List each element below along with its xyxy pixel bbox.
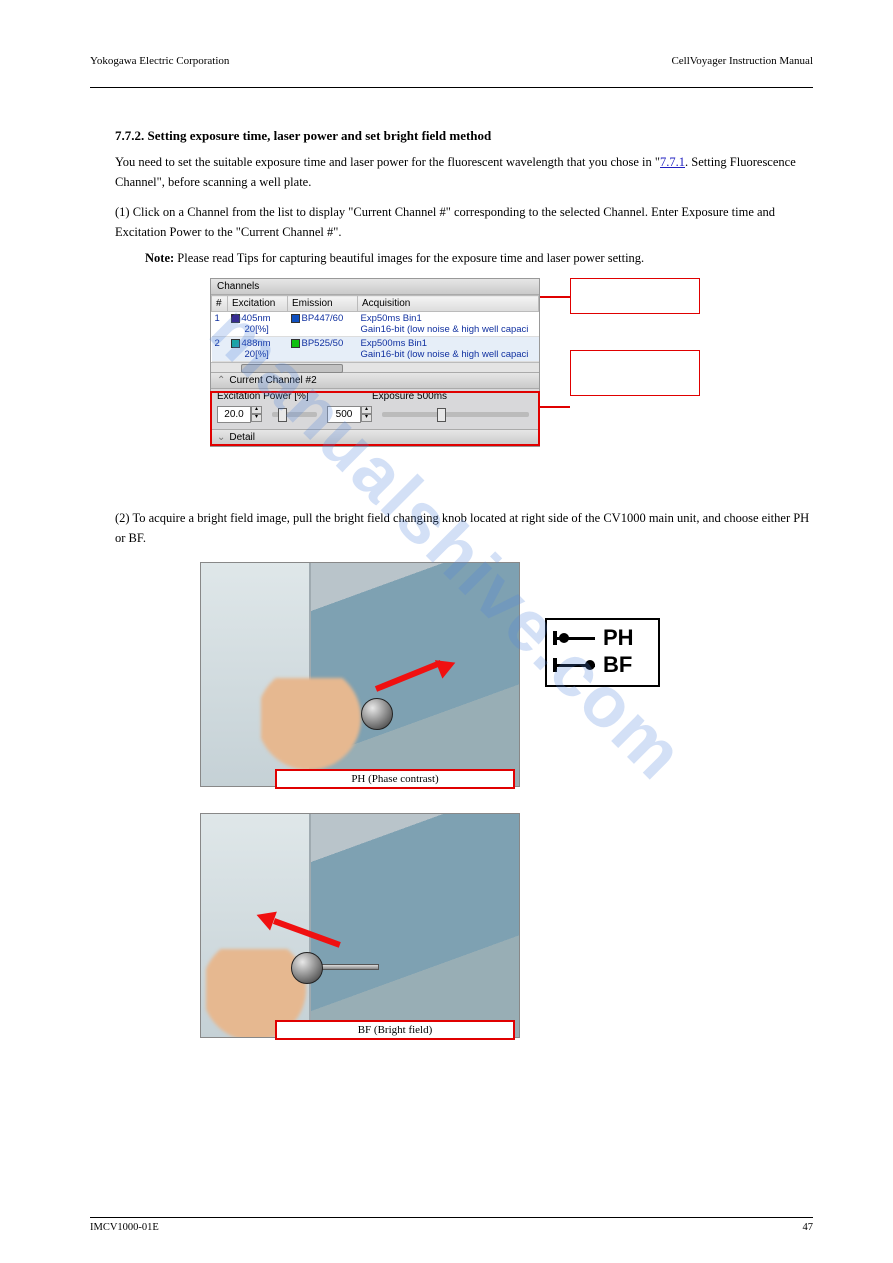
row-emission: BP525/50: [288, 337, 358, 362]
col-acquisition[interactable]: Acquisition: [358, 296, 539, 312]
intro-text-a: You need to set the suitable exposure ti…: [115, 155, 660, 169]
channels-figure: Channels # Excitation Emission Acquisiti…: [90, 278, 813, 488]
section-title: 7.7.2. Setting exposure time, laser powe…: [115, 128, 813, 144]
row-excitation: 488nm20[%]: [228, 337, 288, 362]
current-channel-bar[interactable]: ⌃Current Channel #2: [211, 372, 539, 389]
callout-2: Input the exposure time and laser power …: [570, 350, 700, 396]
header-left: Yokogawa Electric Corporation: [90, 55, 229, 67]
photo-ph: PH (Phase contrast): [200, 562, 520, 787]
arrow-icon: [256, 906, 346, 946]
callout-line-1: [540, 296, 570, 298]
callout-1: Click on Ch that you want to change the …: [570, 278, 700, 314]
link-7-7-1[interactable]: 7.7.1: [660, 155, 685, 169]
row-acquisition: Exp50ms Bin1Gain16-bit (low noise & high…: [358, 312, 539, 337]
h-scrollbar[interactable]: [211, 362, 539, 372]
header-right: CellVoyager Instruction Manual: [671, 55, 813, 67]
note-line: Note: Please read Tips for capturing bea…: [145, 248, 813, 268]
table-row[interactable]: 2 488nm20[%] BP525/50 Exp500ms Bin1Gain1…: [212, 337, 539, 362]
chevron-up-icon: ⌃: [217, 375, 225, 386]
photo-label-bf: BF (Bright field): [275, 1020, 515, 1040]
col-emission[interactable]: Emission: [288, 296, 358, 312]
step-2-text: (2) To acquire a bright field image, pul…: [115, 508, 813, 548]
knob-in-icon: [553, 631, 595, 645]
legend-bf: BF: [603, 652, 632, 678]
arrow-icon: [376, 658, 466, 698]
row-num: 2: [212, 337, 228, 362]
footer-page: 47: [803, 1222, 814, 1233]
col-excitation[interactable]: Excitation: [228, 296, 288, 312]
page-footer: IMCV1000-01E 47: [90, 1217, 813, 1233]
legend-ph: PH: [603, 625, 634, 651]
row-num: 1: [212, 312, 228, 337]
col-num[interactable]: #: [212, 296, 228, 312]
note-lead: Note:: [145, 251, 174, 265]
knob-out-icon: [553, 658, 595, 672]
ph-bf-legend: PH BF: [545, 618, 660, 687]
channel-table: # Excitation Emission Acquisition 1 405n…: [211, 295, 539, 362]
footer-doc: IMCV1000-01E: [90, 1222, 159, 1233]
photo-bf: BF (Bright field): [200, 813, 520, 1038]
callout-line-2: [540, 406, 570, 408]
highlight-controls: [210, 391, 540, 446]
table-row[interactable]: 1 405nm20[%] BP447/60 Exp50ms Bin1Gain16…: [212, 312, 539, 337]
photo-label-ph: PH (Phase contrast): [275, 769, 515, 789]
note-body: Please read Tips for capturing beautiful…: [174, 251, 644, 265]
intro-paragraph: You need to set the suitable exposure ti…: [115, 152, 813, 192]
panel-title: Channels: [211, 279, 539, 295]
step-1-text: (1) Click on a Channel from the list to …: [115, 202, 813, 242]
header-rule: [90, 87, 813, 88]
row-excitation: 405nm20[%]: [228, 312, 288, 337]
row-emission: BP447/60: [288, 312, 358, 337]
row-acquisition: Exp500ms Bin1Gain16-bit (low noise & hig…: [358, 337, 539, 362]
